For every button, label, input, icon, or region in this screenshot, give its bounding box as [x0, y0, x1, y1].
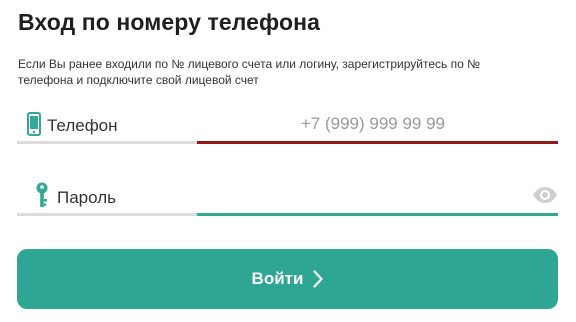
key-icon: [35, 182, 49, 213]
password-input[interactable]: [197, 186, 527, 210]
registration-hint: Если Вы ранее входили по № лицевого счет…: [18, 57, 480, 87]
phone-label: Телефон: [47, 116, 118, 135]
login-page: Вход по номеру телефона Если Вы ранее вх…: [0, 0, 576, 322]
password-field[interactable]: Пароль: [17, 176, 558, 216]
password-label: Пароль: [57, 188, 116, 207]
password-underline-left: [17, 213, 197, 216]
phone-field[interactable]: Телефон: [17, 104, 558, 144]
phone-icon: [27, 112, 41, 141]
chevron-right-icon: [313, 270, 324, 288]
phone-input[interactable]: [197, 112, 551, 136]
page-title: Вход по номеру телефона: [18, 9, 320, 35]
login-button-label: Войти: [251, 269, 304, 288]
phone-underline-active: [197, 141, 558, 144]
phone-underline-left: [17, 141, 197, 144]
login-button[interactable]: Войти: [17, 249, 558, 309]
eye-icon[interactable]: [532, 186, 558, 204]
password-underline-active: [197, 213, 558, 216]
